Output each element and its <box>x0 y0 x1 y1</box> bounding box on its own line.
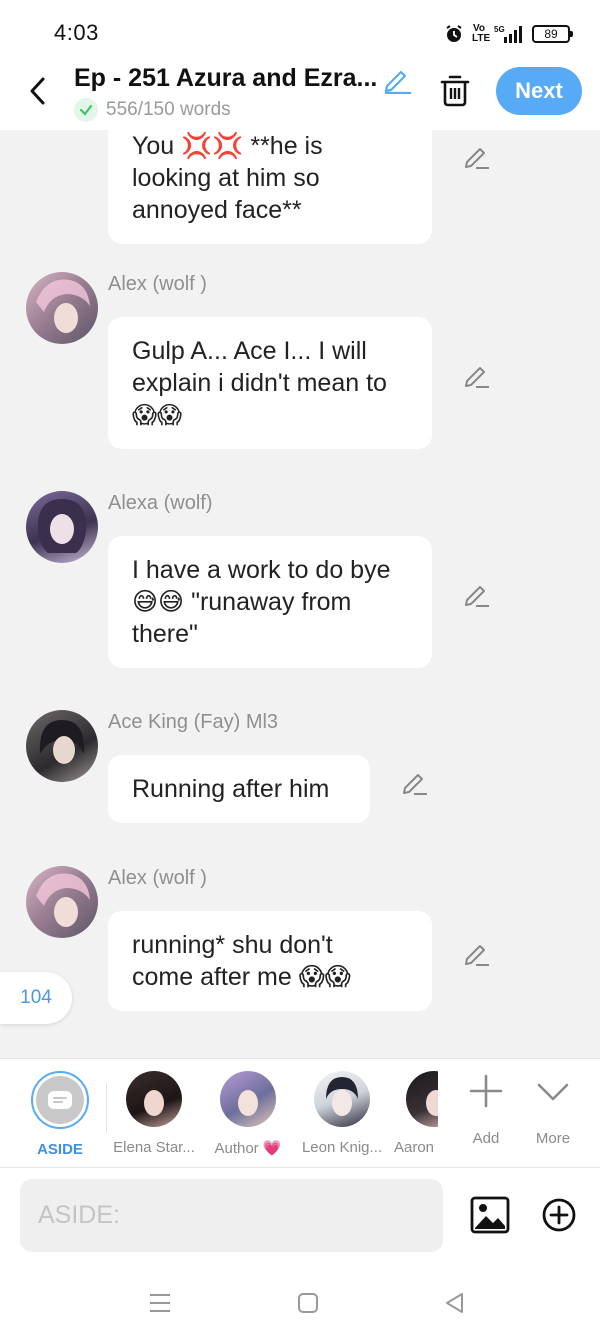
svg-text:5G: 5G <box>494 25 505 34</box>
speaker-name: Alexa (wolf) <box>108 492 213 514</box>
speaker-name: Alex (wolf ) <box>108 867 207 889</box>
message-line: Gulp A... Ace I... I will <box>132 337 367 365</box>
signal-icon: 5G <box>494 25 522 43</box>
character-label: ASIDE <box>37 1141 83 1158</box>
system-nav-bar <box>0 1268 600 1337</box>
message-line: looking at him so <box>132 164 320 192</box>
image-icon[interactable] <box>470 1196 510 1234</box>
more-label: More <box>535 1130 571 1147</box>
pencil-icon[interactable] <box>463 580 491 608</box>
home-icon[interactable] <box>295 1290 321 1316</box>
message-line: Running after him <box>132 775 330 803</box>
avatar <box>314 1071 370 1127</box>
aside-avatar <box>31 1071 89 1129</box>
next-button[interactable]: Next <box>496 67 582 115</box>
word-count: 556/150 words <box>106 99 231 120</box>
pencil-icon[interactable] <box>463 142 491 170</box>
status-time: 4:03 <box>54 20 99 45</box>
pencil-icon[interactable] <box>463 939 491 967</box>
character-label: Author 💗 <box>214 1140 282 1157</box>
chat-bubble-icon <box>48 1091 72 1109</box>
message-bubble[interactable]: I have a work to do bye 😅😅 "runaway from… <box>108 536 432 668</box>
back-triangle-icon[interactable] <box>442 1290 468 1316</box>
add-character-button[interactable]: Add <box>454 1073 518 1147</box>
avatar <box>220 1071 276 1127</box>
avatar[interactable] <box>26 710 98 782</box>
word-count-row: 556/150 words <box>74 98 231 122</box>
character-label: Aaron <box>394 1139 435 1156</box>
volte-icon: Vo LTE <box>472 23 491 44</box>
input-bar <box>0 1168 600 1268</box>
message-line: running* shu don't <box>132 931 333 959</box>
plus-circle-icon[interactable] <box>542 1198 576 1232</box>
status-bar: 4:03 Vo LTE 5G 89 <box>0 0 600 64</box>
message-line: You 💢💢 **he is <box>132 132 323 160</box>
avatar[interactable] <box>26 491 98 563</box>
character-author[interactable]: Author 💗 <box>200 1071 296 1157</box>
character-bar: ASIDE Elena Star... Author 💗 Leon Knig..… <box>0 1058 600 1168</box>
more-button[interactable]: More <box>521 1073 585 1147</box>
editor-header: Ep - 251 Azura and Ezra... 556/150 words… <box>0 64 600 130</box>
message-bubble[interactable]: You 💢💢 **he is looking at him so annoyed… <box>108 130 432 244</box>
episode-title[interactable]: Ep - 251 Azura and Ezra... <box>74 64 377 93</box>
avatar[interactable] <box>26 866 98 938</box>
menu-icon[interactable] <box>147 1290 173 1316</box>
message-bubble[interactable]: running* shu don't come after me 😱😱 <box>108 911 432 1011</box>
character-aaron[interactable]: Aaron <box>374 1071 438 1156</box>
message-line: come after me 😱😱 <box>132 963 351 991</box>
pencil-icon[interactable] <box>463 361 491 389</box>
message-count-badge[interactable]: 104 <box>0 972 72 1024</box>
speaker-name: Alex (wolf ) <box>108 273 207 295</box>
add-label: Add <box>472 1130 500 1147</box>
chat-area[interactable]: You 💢💢 **he is looking at him so annoyed… <box>0 130 600 1058</box>
message-line: there" <box>132 620 198 648</box>
back-button[interactable] <box>22 74 52 108</box>
trash-icon[interactable] <box>438 72 472 108</box>
battery-icon: 89 <box>532 25 573 43</box>
plus-icon <box>469 1074 503 1108</box>
message-bubble[interactable]: Running after him <box>108 755 370 823</box>
character-label: Elena Star... <box>113 1139 195 1156</box>
character-aside[interactable]: ASIDE <box>12 1071 108 1158</box>
avatar <box>406 1071 438 1127</box>
message-line: explain i didn't mean to <box>132 369 387 397</box>
message-line: annoyed face** <box>132 196 302 224</box>
avatar[interactable] <box>26 272 98 344</box>
status-icons: Vo LTE 5G 89 <box>444 22 573 46</box>
speaker-name: Ace King (Fay) Ml3 <box>108 711 279 733</box>
chevron-left-icon <box>30 77 45 105</box>
chevron-down-icon <box>537 1083 569 1101</box>
message-line: 😱😱 <box>132 401 183 429</box>
pencil-icon[interactable] <box>382 64 412 94</box>
message-line: 😅😅 "runaway from <box>132 588 352 616</box>
alarm-icon <box>446 25 462 42</box>
pencil-icon[interactable] <box>401 768 429 796</box>
message-line: I have a work to do bye <box>132 556 391 584</box>
message-bubble[interactable]: Gulp A... Ace I... I will explain i didn… <box>108 317 432 449</box>
avatar <box>126 1071 182 1127</box>
aside-input[interactable] <box>20 1179 443 1252</box>
check-icon <box>74 98 98 122</box>
character-elena[interactable]: Elena Star... <box>106 1071 202 1156</box>
